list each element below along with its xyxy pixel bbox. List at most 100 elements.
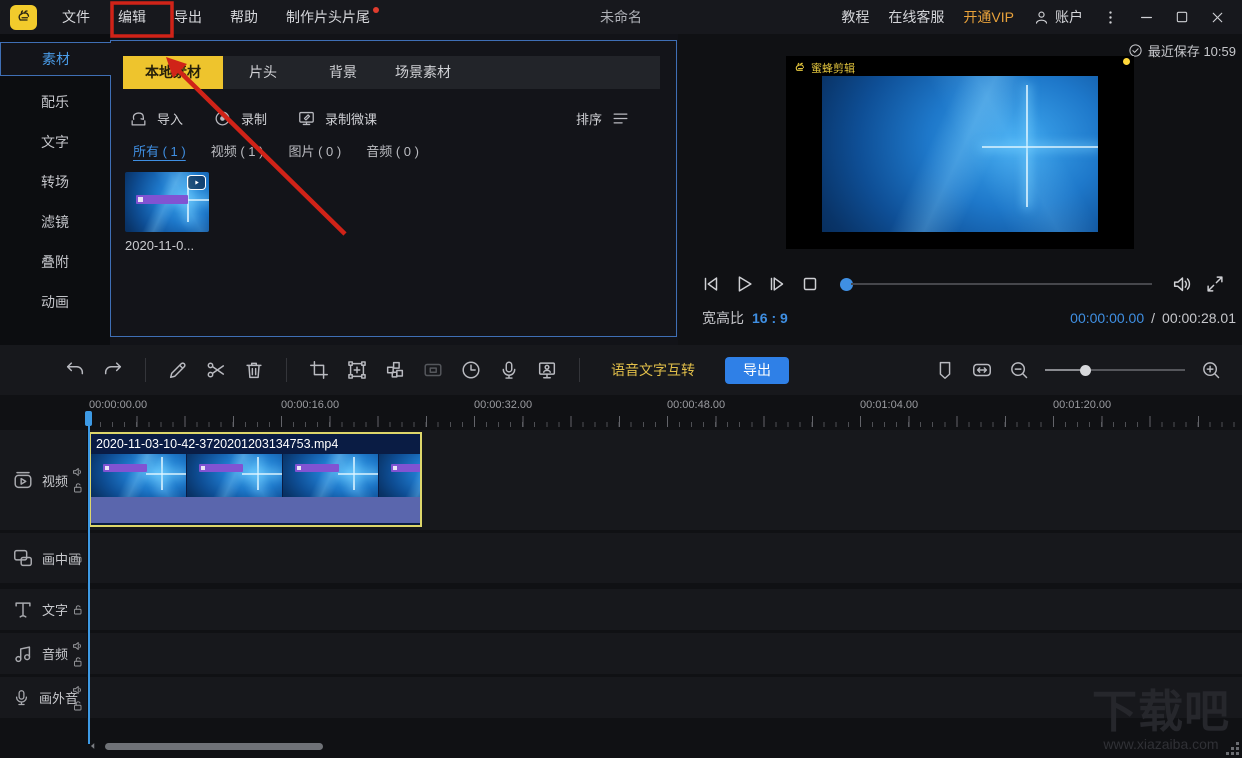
tab-scene-media[interactable]: 场景素材 [383, 56, 463, 89]
zoom-slider-track[interactable] [1091, 369, 1185, 371]
seek-track[interactable] [851, 283, 1152, 285]
mute-track-icon[interactable] [72, 466, 84, 478]
lock-track-icon[interactable] [72, 656, 84, 668]
edit-pencil-button[interactable] [167, 359, 189, 381]
tab-local-media-label: 本地素材 [145, 64, 201, 80]
record-lesson-button[interactable]: 录制微课 [297, 109, 377, 128]
beecut-app-window: 文件 编辑 导出 帮助 制作片头片尾 未命名 教程 在线客服 开通VIP 账户 … [0, 0, 1242, 758]
volume-icon[interactable] [1171, 273, 1193, 295]
lock-track-icon[interactable] [72, 700, 84, 712]
menu-intro-outro[interactable]: 制作片头片尾 [272, 0, 384, 34]
recorder-watermark-strip [391, 464, 420, 472]
duration-clock-button[interactable] [460, 359, 482, 381]
split-scissors-button[interactable] [205, 359, 227, 381]
close-button[interactable] [1209, 9, 1226, 26]
playhead-line[interactable] [88, 411, 90, 744]
more-menu-button[interactable] [1102, 9, 1119, 26]
import-icon [129, 109, 148, 128]
audio-track-icon [12, 643, 34, 665]
lock-track-icon[interactable] [72, 552, 84, 564]
sidebar-item-overlay[interactable]: 叠附 [0, 242, 110, 282]
editing-toolbar: 语音文字互转 导出 [0, 345, 1242, 395]
online-support-link[interactable]: 在线客服 [888, 7, 944, 27]
menu-bar: 文件 编辑 导出 帮助 制作片头片尾 [48, 0, 384, 34]
export-button[interactable]: 导出 [725, 357, 789, 384]
minimize-button[interactable] [1138, 9, 1155, 26]
media-item-thumbnail[interactable] [125, 172, 209, 232]
tab-intro[interactable]: 片头 [223, 56, 303, 89]
sidebar-item-transition[interactable]: 转场 [0, 162, 110, 202]
fullscreen-icon[interactable] [1204, 273, 1226, 295]
maximize-button[interactable] [1174, 9, 1190, 25]
filter-all[interactable]: 所有 ( 1 ) [133, 141, 186, 160]
preview-stage[interactable]: 蜜蜂剪辑 [786, 56, 1134, 249]
preview-video-frame [822, 76, 1098, 232]
sort-button[interactable]: 排序 [576, 109, 630, 128]
menu-file[interactable]: 文件 [48, 0, 104, 34]
marker-flag-button[interactable] [934, 359, 956, 381]
lock-track-icon[interactable] [72, 604, 84, 616]
menu-export[interactable]: 导出 [160, 0, 216, 34]
mute-track-icon[interactable] [72, 640, 84, 652]
undo-button[interactable] [64, 359, 86, 381]
close-icon [1209, 9, 1226, 26]
next-frame-button[interactable] [766, 273, 788, 295]
previous-frame-button[interactable] [700, 273, 722, 295]
sidebar-item-animation[interactable]: 动画 [0, 282, 110, 322]
tab-local-media[interactable]: 本地素材 [123, 56, 223, 89]
resize-grip[interactable] [1226, 742, 1240, 756]
tutorial-link[interactable]: 教程 [841, 7, 869, 27]
menu-help[interactable]: 帮助 [216, 0, 272, 34]
tab-background[interactable]: 背景 [303, 56, 383, 89]
seek-bar[interactable] [840, 278, 1152, 291]
zoom-slider-handle[interactable] [1080, 365, 1091, 376]
clip-frame-thumbnail [379, 454, 420, 497]
zoom-out-button[interactable] [1008, 359, 1030, 381]
sidebar-item-filter[interactable]: 滤镜 [0, 202, 110, 242]
filter-audio[interactable]: 音频 ( 0 ) [366, 141, 419, 160]
zoom-frame-button[interactable] [346, 359, 368, 381]
delete-trash-button[interactable] [243, 359, 265, 381]
sidebar-item-overlay-label: 叠附 [41, 252, 69, 272]
timeline-zoom-slider[interactable] [1045, 365, 1185, 376]
aspect-ratio-value[interactable]: 16 : 9 [752, 310, 788, 326]
timecode-separator: / [1151, 310, 1155, 326]
recorder-watermark-strip [199, 464, 243, 472]
redo-button[interactable] [102, 359, 124, 381]
menu-export-label: 导出 [174, 9, 202, 25]
crop-button[interactable] [308, 359, 330, 381]
account-button[interactable]: 账户 [1033, 7, 1083, 27]
toolbar-divider [286, 358, 287, 382]
record-button[interactable]: 录制 [213, 109, 267, 128]
timeline-ruler[interactable]: 00:00:00.00 00:00:16.00 00:00:32.00 00:0… [88, 395, 1242, 430]
sidebar-item-text[interactable]: 文字 [0, 122, 110, 162]
new-feature-dot [373, 7, 379, 13]
ruler-ticks [88, 416, 1242, 427]
zoom-in-button[interactable] [1200, 359, 1222, 381]
menu-edit[interactable]: 编辑 [104, 0, 160, 34]
speech-text-convert-button[interactable]: 语音文字互转 [611, 360, 695, 380]
mute-track-icon[interactable] [72, 684, 84, 696]
lock-track-icon[interactable] [72, 482, 84, 494]
sidebar-item-music[interactable]: 配乐 [0, 82, 110, 122]
play-button[interactable] [733, 273, 755, 295]
presenter-camera-button[interactable] [536, 359, 558, 381]
import-button[interactable]: 导入 [129, 109, 183, 128]
mosaic-button[interactable] [384, 359, 406, 381]
fit-timeline-button[interactable] [971, 359, 993, 381]
stop-button[interactable] [799, 273, 821, 295]
preview-info-row: 宽高比 16 : 9 00:00:00.00 / 00:00:28.01 [702, 308, 1236, 328]
voiceover-mic-button[interactable] [498, 359, 520, 381]
track-voiceover-toggles [72, 677, 84, 718]
hscrollbar-thumb[interactable] [105, 743, 323, 750]
filter-video[interactable]: 视频 ( 1 ) [211, 141, 264, 160]
filter-image[interactable]: 图片 ( 0 ) [288, 141, 341, 160]
timeline-hscrollbar[interactable] [88, 741, 323, 751]
sidebar-item-media[interactable]: 素材 [0, 42, 111, 76]
vip-link[interactable]: 开通VIP [963, 7, 1014, 27]
timeline-video-clip[interactable]: 2020-11-03-10-42-3720201203134753.mp4 [89, 432, 422, 527]
materials-actions: 导入 录制 录制微课 排序 [129, 105, 660, 131]
menu-edit-label: 编辑 [118, 9, 146, 25]
media-item-name: 2020-11-0... [125, 238, 209, 253]
media-item[interactable]: 2020-11-0... [125, 172, 209, 253]
